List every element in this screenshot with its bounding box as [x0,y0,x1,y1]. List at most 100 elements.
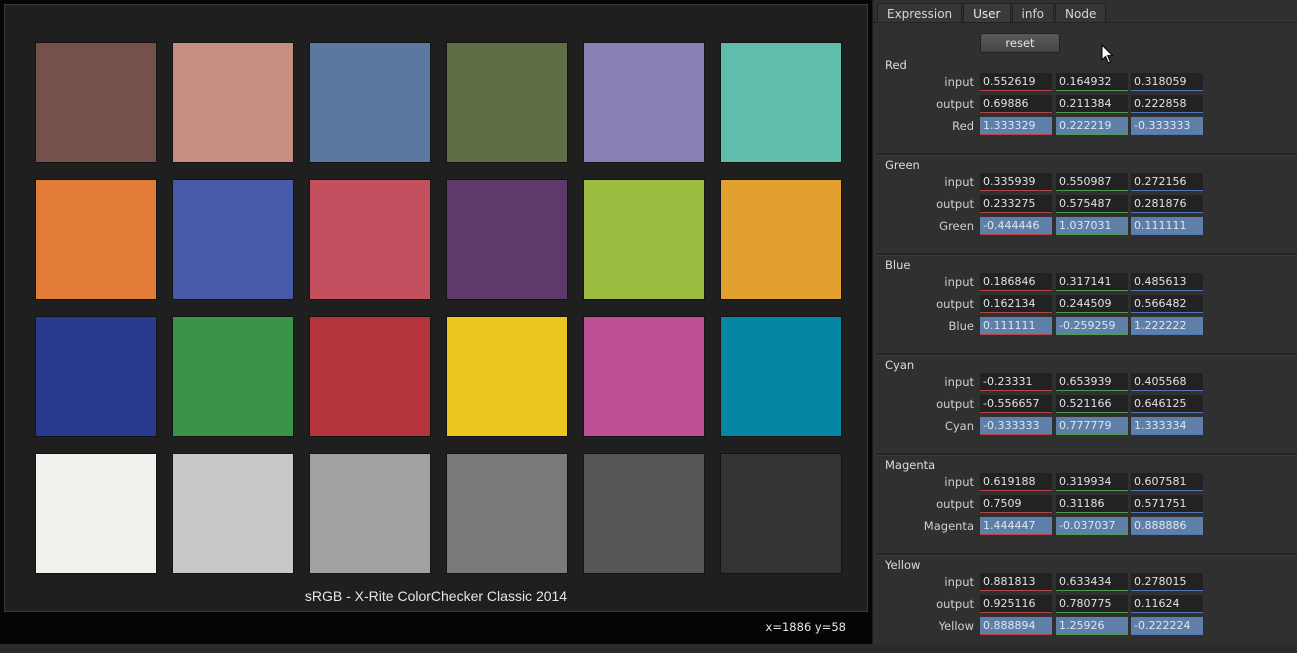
value-field-b[interactable]: 0.888886 [1131,517,1203,535]
input-label: input [944,475,974,489]
properties-panel: Expression User info Node reset Red input… [872,0,1297,644]
input-field-r[interactable]: 0.552619 [980,73,1052,91]
value-field-b[interactable]: 1.222222 [1131,317,1203,335]
group-divider [877,553,1297,556]
output-field-r[interactable]: 0.7509 [980,495,1052,513]
output-label: output [936,497,974,511]
color-swatch [310,43,430,162]
input-field-r[interactable]: 0.335939 [980,173,1052,191]
output-field-r[interactable]: 0.233275 [980,195,1052,213]
value-field-b[interactable]: -0.222224 [1131,617,1203,635]
output-field-g[interactable]: 0.780775 [1056,595,1128,613]
output-row: output 0.7509 0.31186 0.571751 [873,495,1297,515]
group-title: Yellow [885,558,921,572]
value-field-g[interactable]: 1.25926 [1056,617,1128,635]
value-field-g[interactable]: 0.222219 [1056,117,1128,135]
value-field-r[interactable]: -0.333333 [980,417,1052,435]
output-row: output 0.69886 0.211384 0.222858 [873,95,1297,115]
color-swatch [447,317,567,436]
tab-bar: Expression User info Node [877,3,1107,23]
value-field-r[interactable]: 1.444447 [980,517,1052,535]
color-swatch [447,43,567,162]
output-field-b[interactable]: 0.11624 [1131,595,1203,613]
output-field-b[interactable]: 0.646125 [1131,395,1203,413]
input-field-r[interactable]: 0.186846 [980,273,1052,291]
reset-button[interactable]: reset [980,33,1060,53]
input-field-b[interactable]: 0.485613 [1131,273,1203,291]
tab-divider [873,22,1297,23]
value-row: Cyan -0.333333 0.777779 1.333334 [873,417,1297,437]
output-label: output [936,297,974,311]
value-field-r[interactable]: 0.888894 [980,617,1052,635]
color-swatch [173,454,293,573]
output-field-g[interactable]: 0.211384 [1056,95,1128,113]
value-row: Yellow 0.888894 1.25926 -0.222224 [873,617,1297,637]
color-swatch [173,180,293,299]
value-field-g[interactable]: -0.259259 [1056,317,1128,335]
input-field-r[interactable]: -0.23331 [980,373,1052,391]
value-field-g[interactable]: 1.037031 [1056,217,1128,235]
value-field-g[interactable]: 0.777779 [1056,417,1128,435]
output-field-r[interactable]: 0.162134 [980,295,1052,313]
value-field-r[interactable]: -0.444446 [980,217,1052,235]
input-field-g[interactable]: 0.319934 [1056,473,1128,491]
color-swatch [584,454,704,573]
color-swatch [584,43,704,162]
group-green: Green input 0.335939 0.550987 0.272156 output… [873,153,1297,253]
output-field-r[interactable]: -0.556657 [980,395,1052,413]
input-field-g[interactable]: 0.550987 [1056,173,1128,191]
output-field-b[interactable]: 0.571751 [1131,495,1203,513]
output-field-g[interactable]: 0.575487 [1056,195,1128,213]
tab-expression[interactable]: Expression [877,3,963,23]
value-field-g[interactable]: -0.037037 [1056,517,1128,535]
value-field-r[interactable]: 1.333329 [980,117,1052,135]
value-field-b[interactable]: 0.111111 [1131,217,1203,235]
color-swatch [310,317,430,436]
tab-info[interactable]: info [1011,3,1055,23]
input-label: input [944,375,974,389]
output-field-g[interactable]: 0.521166 [1056,395,1128,413]
color-checker-image[interactable]: sRGB - X-Rite ColorChecker Classic 2014 [4,4,868,612]
group-title: Red [885,58,907,72]
input-row: input 0.881813 0.633434 0.278015 [873,573,1297,593]
input-field-g[interactable]: 0.653939 [1056,373,1128,391]
tab-user[interactable]: User [963,3,1011,23]
input-field-b[interactable]: 0.607581 [1131,473,1203,491]
value-field-r[interactable]: 0.111111 [980,317,1052,335]
value-field-b[interactable]: 1.333334 [1131,417,1203,435]
input-field-r[interactable]: 0.881813 [980,573,1052,591]
input-label: input [944,575,974,589]
input-field-r[interactable]: 0.619188 [980,473,1052,491]
input-row: input 0.619188 0.319934 0.607581 [873,473,1297,493]
value-row: Red 1.333329 0.222219 -0.333333 [873,117,1297,137]
input-field-g[interactable]: 0.164932 [1056,73,1128,91]
group-title: Cyan [885,358,915,372]
output-field-g[interactable]: 0.244509 [1056,295,1128,313]
input-field-b[interactable]: 0.278015 [1131,573,1203,591]
color-swatch [173,317,293,436]
output-field-r[interactable]: 0.925116 [980,595,1052,613]
output-field-g[interactable]: 0.31186 [1056,495,1128,513]
color-swatch [584,180,704,299]
input-field-b[interactable]: 0.405568 [1131,373,1203,391]
output-field-r[interactable]: 0.69886 [980,95,1052,113]
value-field-b[interactable]: -0.333333 [1131,117,1203,135]
group-title: Blue [885,258,911,272]
input-field-g[interactable]: 0.317141 [1056,273,1128,291]
value-label: Red [952,119,974,133]
output-field-b[interactable]: 0.222858 [1131,95,1203,113]
input-field-b[interactable]: 0.272156 [1131,173,1203,191]
image-viewer[interactable]: sRGB - X-Rite ColorChecker Classic 2014 … [0,0,872,644]
tab-node[interactable]: Node [1055,3,1107,23]
output-field-b[interactable]: 0.566482 [1131,295,1203,313]
output-label: output [936,197,974,211]
input-field-g[interactable]: 0.633434 [1056,573,1128,591]
group-cyan: Cyan input -0.23331 0.653939 0.405568 output -… [873,353,1297,453]
color-swatch [310,454,430,573]
value-label: Green [939,219,974,233]
color-swatch [36,317,156,436]
input-field-b[interactable]: 0.318059 [1131,73,1203,91]
output-label: output [936,397,974,411]
output-field-b[interactable]: 0.281876 [1131,195,1203,213]
input-label: input [944,275,974,289]
